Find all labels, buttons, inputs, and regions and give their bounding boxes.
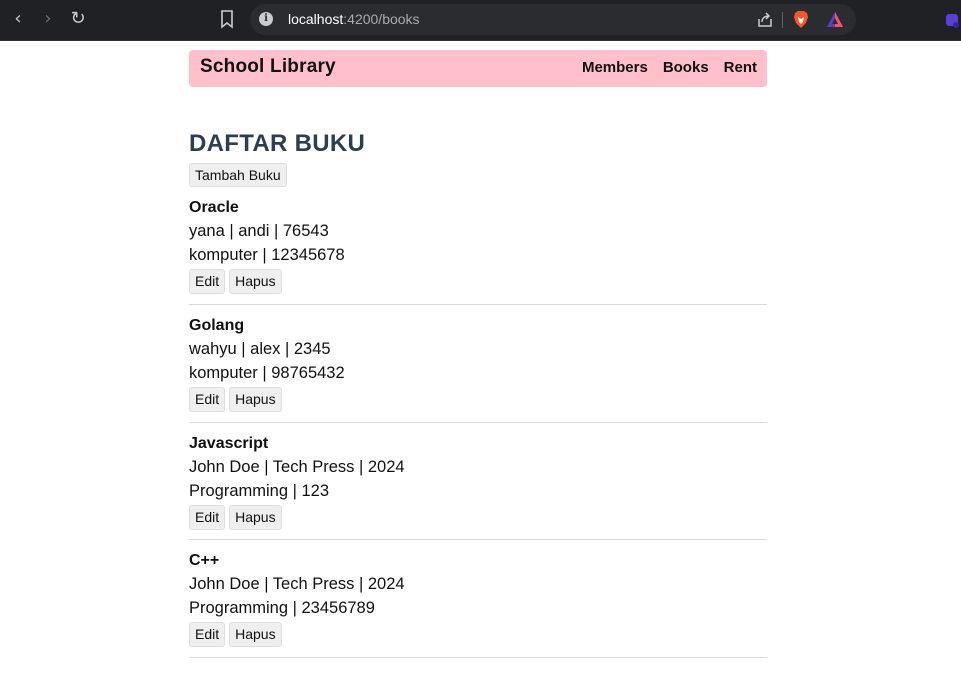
bookmark-icon[interactable]: [218, 9, 236, 29]
nav-link-rent[interactable]: Rent: [724, 59, 757, 76]
page-title: DAFTAR BUKU: [189, 130, 366, 157]
reload-icon[interactable]: ↻: [66, 8, 90, 30]
book-actions: Edit Hapus: [189, 269, 767, 294]
add-book-button[interactable]: Tambah Buku: [189, 163, 287, 187]
nav-link-members[interactable]: Members: [582, 59, 648, 76]
delete-button[interactable]: Hapus: [229, 622, 282, 647]
nav-links: Members Books Rent: [582, 59, 757, 76]
address-bar-divider: [782, 12, 783, 28]
book-author-publisher-year: wahyu | alex | 2345: [189, 340, 331, 358]
share-icon[interactable]: [756, 11, 774, 29]
book-item: C++ John Doe | Tech Press | 2024 Program…: [189, 550, 767, 658]
brand-title[interactable]: School Library: [200, 56, 336, 78]
brave-shields-icon[interactable]: [792, 10, 810, 29]
book-author-publisher-year: John Doe | Tech Press | 2024: [189, 458, 405, 476]
address-bar[interactable]: i localhost:4200/books: [250, 4, 856, 35]
brave-rewards-icon[interactable]: [826, 11, 844, 28]
edit-button[interactable]: Edit: [189, 622, 226, 647]
nav-link-books[interactable]: Books: [663, 59, 709, 76]
forward-icon[interactable]: ›: [36, 8, 60, 30]
book-item: Oracle yana | andi | 76543 komputer | 12…: [189, 197, 767, 305]
extension-icon[interactable]: [940, 10, 961, 31]
url-text[interactable]: localhost:4200/books: [288, 11, 420, 27]
edit-button[interactable]: Edit: [189, 505, 226, 530]
book-title: Oracle: [189, 199, 239, 216]
edit-button[interactable]: Edit: [189, 269, 226, 294]
book-category-isbn: komputer | 12345678: [189, 246, 345, 264]
url-host: localhost: [288, 11, 344, 27]
book-item: Golang wahyu | alex | 2345 komputer | 98…: [189, 315, 767, 423]
book-category-isbn: Programming | 123: [189, 482, 330, 500]
delete-button[interactable]: Hapus: [229, 505, 282, 530]
book-actions: Edit Hapus: [189, 505, 767, 530]
book-author-publisher-year: John Doe | Tech Press | 2024: [189, 575, 405, 593]
delete-button[interactable]: Hapus: [229, 269, 282, 294]
back-icon[interactable]: ‹: [6, 8, 30, 30]
url-path: :4200/books: [343, 11, 420, 27]
book-title: Javascript: [189, 435, 269, 452]
browser-toolbar: ‹ › ↻ i localhost:4200/books: [0, 0, 961, 41]
book-actions: Edit Hapus: [189, 622, 767, 647]
site-info-icon[interactable]: i: [259, 12, 273, 26]
edit-button[interactable]: Edit: [189, 387, 226, 412]
book-actions: Edit Hapus: [189, 387, 767, 412]
book-author-publisher-year: yana | andi | 76543: [189, 222, 329, 240]
book-title: C++: [189, 552, 220, 569]
book-category-isbn: komputer | 98765432: [189, 364, 345, 382]
navbar: School Library Members Books Rent: [189, 50, 767, 87]
book-title: Golang: [189, 317, 245, 334]
book-item: Javascript John Doe | Tech Press | 2024 …: [189, 433, 767, 540]
book-category-isbn: Programming | 23456789: [189, 599, 375, 617]
delete-button[interactable]: Hapus: [229, 387, 282, 412]
